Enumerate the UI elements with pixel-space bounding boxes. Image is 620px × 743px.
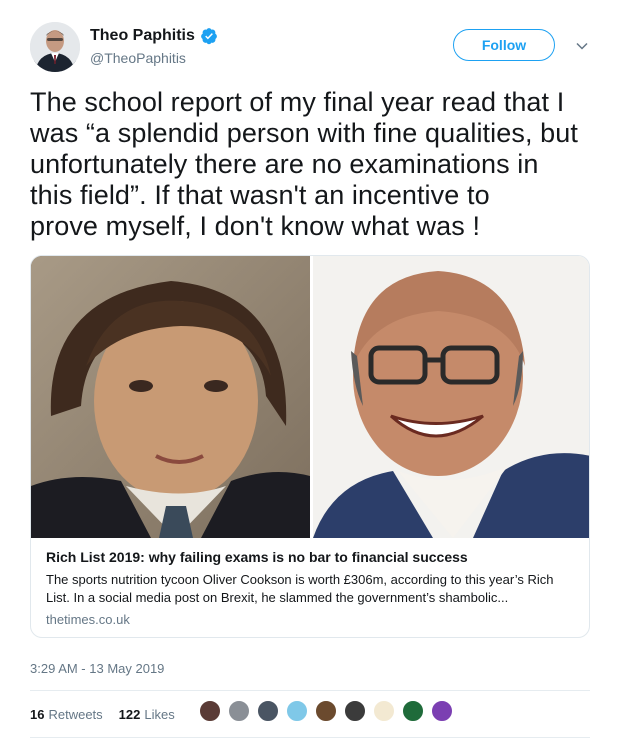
liker-avatar[interactable] — [373, 700, 395, 722]
divider-top — [30, 690, 590, 691]
liker-avatar[interactable] — [199, 700, 221, 722]
divider-bottom — [30, 737, 590, 738]
author-name[interactable]: Theo Paphitis — [90, 27, 195, 45]
author-handle[interactable]: @TheoPaphitis — [90, 50, 186, 66]
verified-badge-icon — [201, 28, 217, 45]
liker-avatar[interactable] — [431, 700, 453, 722]
likes-count[interactable]: 122 — [119, 707, 141, 722]
childhood-photo-icon — [31, 256, 310, 538]
link-card[interactable]: Rich List 2019: why failing exams is no … — [30, 255, 590, 638]
author-avatar[interactable] — [30, 22, 80, 72]
liker-avatar[interactable] — [286, 700, 308, 722]
tweet-header: Theo Paphitis @TheoPaphitis Follow — [30, 19, 600, 75]
follow-button[interactable]: Follow — [453, 29, 555, 61]
card-image[interactable] — [31, 256, 589, 538]
card-domain: thetimes.co.uk — [46, 612, 130, 627]
liker-avatar[interactable] — [257, 700, 279, 722]
childhood-photo — [31, 256, 310, 538]
avatar-photo-icon — [30, 22, 80, 72]
likes-label[interactable]: Likes — [144, 707, 174, 722]
retweets-label[interactable]: Retweets — [48, 707, 102, 722]
liker-avatar[interactable] — [315, 700, 337, 722]
tweet-stats: 16 Retweets 122 Likes — [30, 707, 191, 722]
card-title[interactable]: Rich List 2019: why failing exams is no … — [46, 549, 468, 565]
adult-portrait-photo — [313, 256, 589, 538]
tweet-timestamp[interactable]: 3:29 AM - 13 May 2019 — [30, 661, 164, 676]
liker-avatar[interactable] — [344, 700, 366, 722]
liker-avatar[interactable] — [402, 700, 424, 722]
adult-portrait-icon — [313, 256, 589, 538]
liker-avatar[interactable] — [228, 700, 250, 722]
liker-avatars — [199, 700, 460, 722]
tweet-text: The school report of my final year read … — [30, 87, 579, 241]
card-description: The sports nutrition tycoon Oliver Cooks… — [46, 572, 554, 605]
retweets-count[interactable]: 16 — [30, 707, 44, 722]
author-name-row: Theo Paphitis — [90, 27, 218, 45]
chevron-down-icon[interactable] — [575, 39, 589, 53]
